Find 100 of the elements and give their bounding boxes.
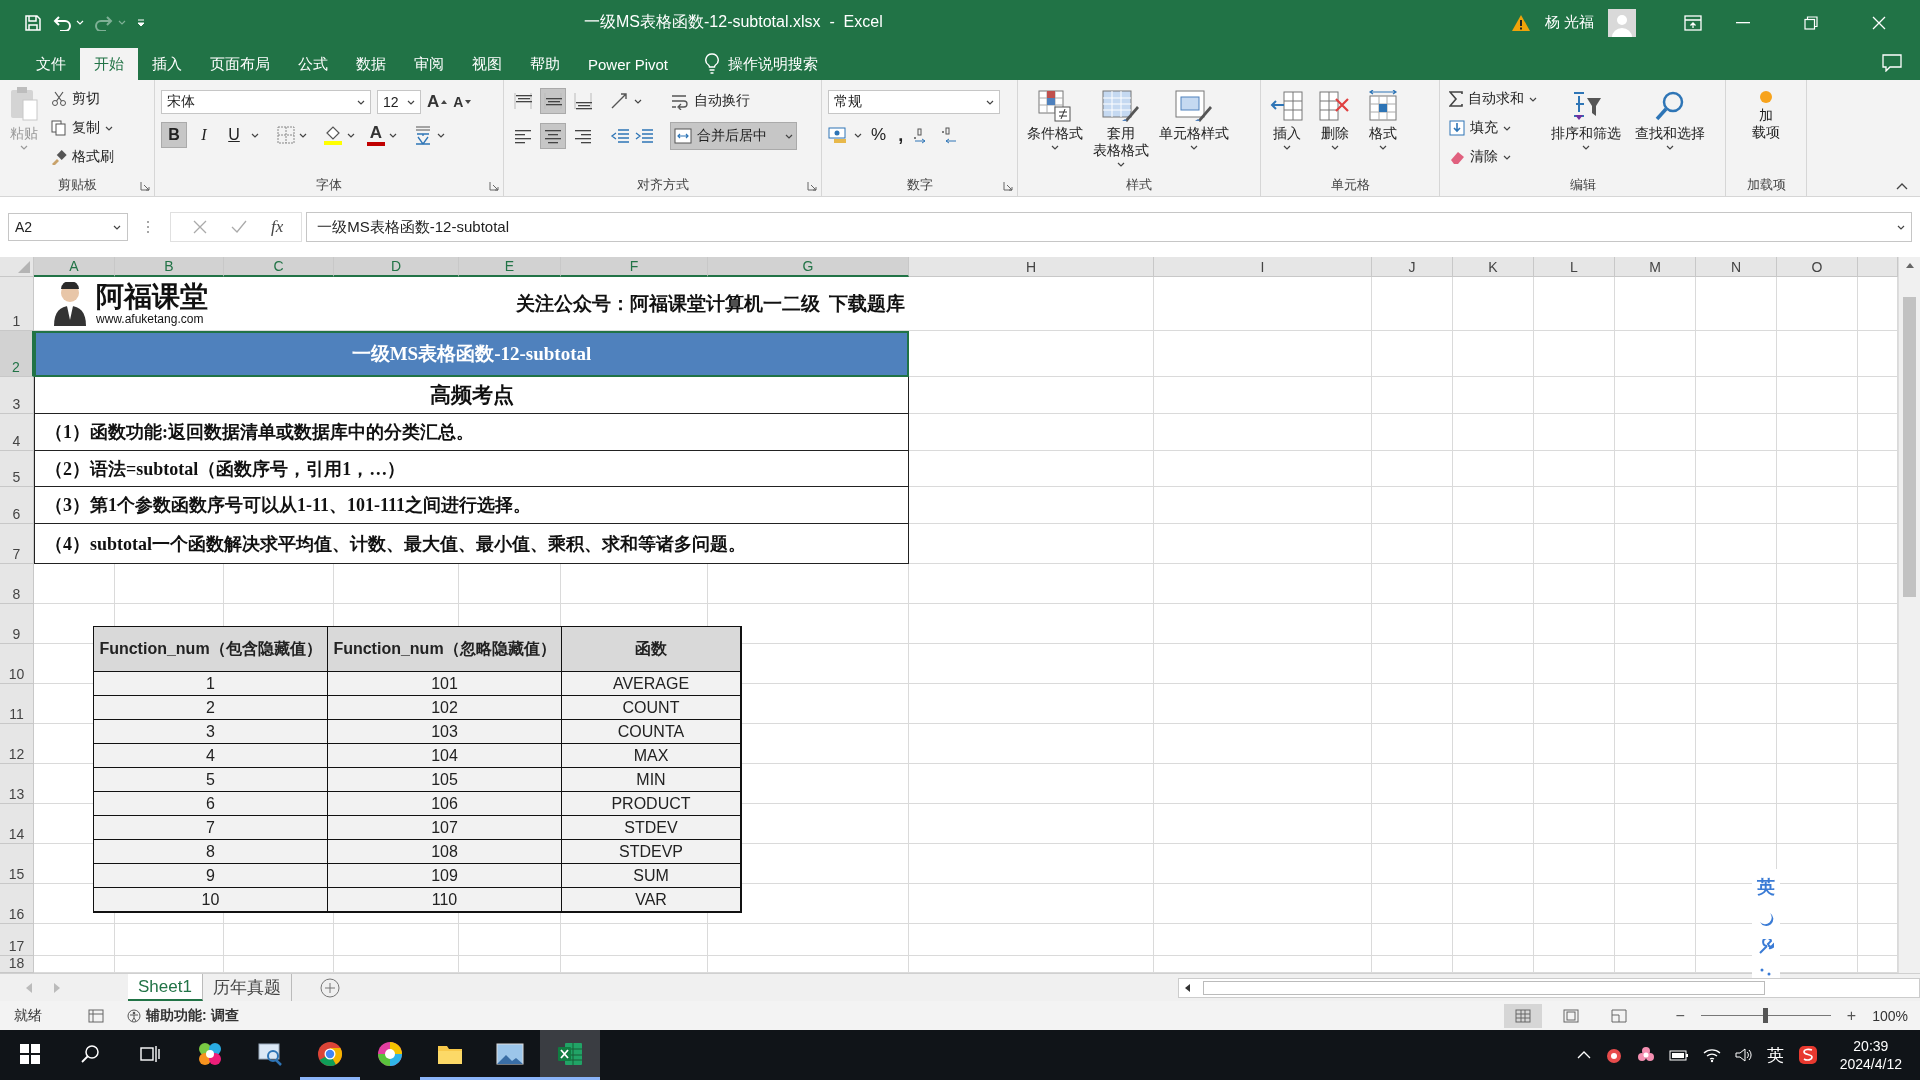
spreadsheet-cell[interactable] bbox=[909, 924, 1154, 956]
spreadsheet-cell[interactable] bbox=[1696, 377, 1777, 414]
column-header[interactable]: B bbox=[115, 257, 224, 277]
spreadsheet-cell[interactable] bbox=[909, 451, 1154, 487]
spreadsheet-cell[interactable] bbox=[1372, 414, 1453, 451]
spreadsheet-cell[interactable] bbox=[909, 331, 1154, 377]
column-header[interactable]: K bbox=[1453, 257, 1534, 277]
ribbon-tab[interactable]: 插入 bbox=[138, 48, 196, 80]
spreadsheet-cell[interactable] bbox=[1453, 644, 1534, 684]
spreadsheet-cell[interactable] bbox=[1615, 451, 1696, 487]
spreadsheet-cell[interactable] bbox=[708, 564, 909, 604]
close-icon[interactable] bbox=[1872, 15, 1886, 30]
spreadsheet-cell[interactable] bbox=[909, 604, 1154, 644]
row-header[interactable]: 13 bbox=[0, 764, 34, 804]
spreadsheet-cell[interactable] bbox=[459, 564, 561, 604]
fill-color-icon[interactable] bbox=[323, 125, 343, 145]
customize-icon[interactable] bbox=[136, 17, 146, 28]
row-header[interactable]: 11 bbox=[0, 684, 34, 724]
spreadsheet-cell[interactable] bbox=[909, 564, 1154, 604]
dialog-launcher-icon[interactable] bbox=[489, 181, 499, 191]
spreadsheet-cell[interactable] bbox=[1696, 487, 1777, 524]
font-size-field[interactable]: 12 bbox=[377, 90, 421, 114]
spreadsheet-cell[interactable] bbox=[1696, 724, 1777, 764]
spreadsheet-app-icon[interactable] bbox=[557, 1040, 583, 1067]
spreadsheet-cell[interactable] bbox=[1615, 524, 1696, 564]
show-hidden-icon[interactable] bbox=[1576, 1051, 1591, 1059]
comment-icon[interactable] bbox=[1882, 53, 1902, 72]
ribbon-tab[interactable]: 公式 bbox=[284, 48, 342, 80]
spreadsheet-cell[interactable] bbox=[1372, 684, 1453, 724]
spreadsheet-cell[interactable] bbox=[1372, 377, 1453, 414]
editing-button[interactable]: 填充 bbox=[1446, 115, 1540, 141]
editing-button[interactable]: 自动求和 bbox=[1446, 86, 1540, 112]
spreadsheet-cell[interactable] bbox=[1453, 564, 1534, 604]
spreadsheet-cell[interactable] bbox=[708, 924, 909, 956]
ribbon-tab[interactable]: 文件 bbox=[22, 48, 80, 80]
pinwheel-icon[interactable] bbox=[197, 1040, 223, 1067]
spreadsheet-cell[interactable] bbox=[1453, 884, 1534, 924]
row-header[interactable]: 9 bbox=[0, 604, 34, 644]
tell-me-search[interactable]: 操作说明搜索 bbox=[728, 54, 819, 74]
column-header[interactable]: G bbox=[708, 257, 909, 277]
input-method-icon[interactable] bbox=[1797, 1045, 1818, 1065]
row-header[interactable]: 4 bbox=[0, 414, 34, 451]
spreadsheet-cell[interactable] bbox=[1777, 331, 1858, 377]
wrap-text-button[interactable]: 自动换行 bbox=[668, 88, 753, 114]
spreadsheet-cell[interactable] bbox=[909, 884, 1154, 924]
zoom-out-button[interactable]: − bbox=[1675, 1006, 1685, 1025]
cells-button[interactable]: 格式 bbox=[1363, 90, 1403, 174]
tray-app-icon[interactable] bbox=[1604, 1046, 1623, 1064]
font-name-field[interactable]: 宋体 bbox=[161, 90, 371, 114]
zoom-percent[interactable]: 100% bbox=[1872, 1007, 1920, 1024]
spreadsheet-cell[interactable] bbox=[1615, 844, 1696, 884]
shrink-font-button[interactable]: A bbox=[453, 94, 472, 110]
font-style-button[interactable]: I bbox=[191, 122, 217, 148]
clipboard-button[interactable]: 复制 bbox=[48, 115, 117, 141]
spreadsheet-cell[interactable] bbox=[909, 487, 1154, 524]
column-header[interactable]: E bbox=[459, 257, 561, 277]
add-sheet-icon[interactable] bbox=[319, 977, 340, 998]
wrench-icon[interactable] bbox=[1758, 939, 1774, 955]
battery-icon[interactable] bbox=[1668, 1048, 1689, 1062]
spreadsheet-cell[interactable] bbox=[1372, 844, 1453, 884]
column-header[interactable]: A bbox=[34, 257, 115, 277]
font-style-button[interactable]: B bbox=[161, 122, 187, 148]
spreadsheet-cell[interactable] bbox=[1154, 604, 1372, 644]
ribbon-tab[interactable]: Power Pivot bbox=[574, 48, 683, 80]
column-header[interactable]: F bbox=[561, 257, 708, 277]
collapse-ribbon-icon[interactable] bbox=[1896, 182, 1908, 190]
spreadsheet-cell[interactable] bbox=[1534, 644, 1615, 684]
spreadsheet-cell[interactable] bbox=[1777, 414, 1858, 451]
comma-button[interactable]: , bbox=[895, 122, 907, 148]
spreadsheet-cell[interactable] bbox=[1534, 487, 1615, 524]
spreadsheet-cell[interactable] bbox=[1453, 524, 1534, 564]
formula-field[interactable]: 一级MS表格函数-12-subtotal bbox=[306, 212, 1912, 242]
spreadsheet-cell[interactable] bbox=[1615, 331, 1696, 377]
spreadsheet-cell[interactable] bbox=[1372, 451, 1453, 487]
spreadsheet-cell[interactable] bbox=[334, 924, 459, 956]
insert-function-button[interactable]: fx bbox=[271, 217, 284, 237]
spreadsheet-cell[interactable] bbox=[1534, 331, 1615, 377]
spreadsheet-cell[interactable] bbox=[1534, 684, 1615, 724]
spreadsheet-cell[interactable] bbox=[1534, 844, 1615, 884]
spreadsheet-cell[interactable] bbox=[1453, 331, 1534, 377]
spreadsheet-cell[interactable] bbox=[1453, 764, 1534, 804]
accessibility-status[interactable]: 辅助功能: 调查 bbox=[146, 1006, 239, 1025]
screen-magnifier-icon[interactable] bbox=[257, 1040, 283, 1067]
editing-button[interactable]: 清除 bbox=[1446, 144, 1540, 170]
spreadsheet-cell[interactable] bbox=[1534, 277, 1615, 331]
spreadsheet-cell[interactable] bbox=[1372, 524, 1453, 564]
color-wheel-icon[interactable] bbox=[377, 1040, 403, 1067]
ribbon-tab[interactable]: 数据 bbox=[342, 48, 400, 80]
percent-button[interactable]: % bbox=[868, 122, 890, 148]
spreadsheet-cell[interactable] bbox=[561, 564, 708, 604]
spreadsheet-cell[interactable] bbox=[1453, 451, 1534, 487]
row-header[interactable]: 3 bbox=[0, 377, 34, 414]
number-format-field[interactable]: 常规 bbox=[828, 90, 1000, 114]
spreadsheet-cell[interactable] bbox=[1777, 644, 1858, 684]
spreadsheet-cell[interactable] bbox=[1615, 804, 1696, 844]
spreadsheet-cell[interactable] bbox=[1777, 604, 1858, 644]
spreadsheet-cell[interactable] bbox=[1696, 524, 1777, 564]
spreadsheet-cell[interactable] bbox=[1372, 764, 1453, 804]
spreadsheet-cell[interactable] bbox=[1696, 564, 1777, 604]
spreadsheet-cell[interactable] bbox=[1615, 724, 1696, 764]
